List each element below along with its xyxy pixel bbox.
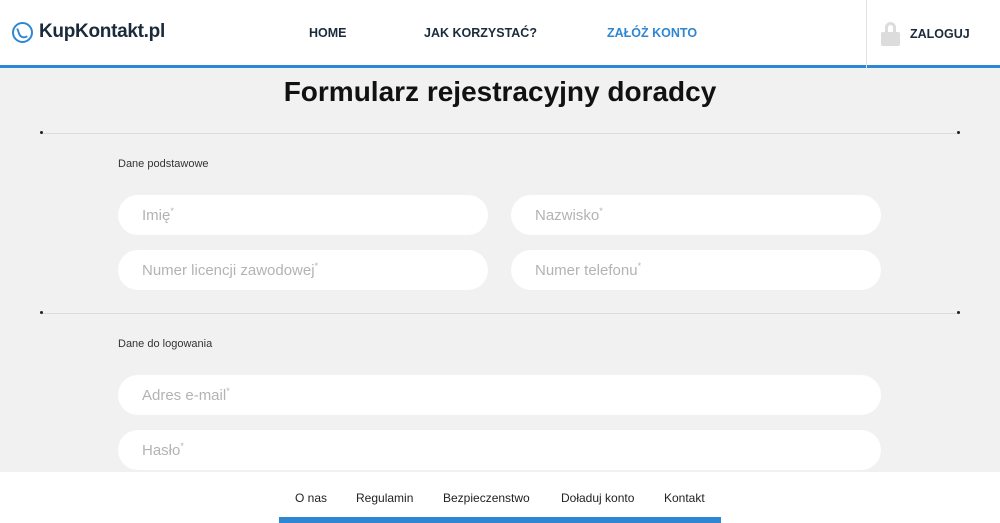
footer-link-about[interactable]: O nas [295,491,327,505]
section-label-basic: Dane podstawowe [118,158,209,170]
nav-how-to-use[interactable]: JAK KORZYSTAĆ? [424,26,537,40]
last-name-input[interactable] [511,195,881,235]
site-header: KupKontakt.pl HOME JAK KORZYSTAĆ? ZAŁÓŻ … [0,0,1000,68]
email-field-wrap: Adres e-mail* [118,375,881,415]
first-name-input[interactable] [118,195,488,235]
login-button[interactable]: ZALOGUJ [866,0,1000,68]
section-divider [42,313,960,314]
password-field-wrap: Hasło* [118,430,881,470]
phone-number-input[interactable] [511,250,881,290]
site-logo[interactable]: KupKontakt.pl [12,21,165,43]
nav-home[interactable]: HOME [309,26,347,40]
logo-text: KupKontakt.pl [39,21,165,42]
divider-dot [40,311,43,314]
phone-circle-icon [12,21,33,43]
page-title: Formularz rejestracyjny doradcy [283,76,717,107]
password-input[interactable] [118,430,881,470]
divider-dot [957,311,960,314]
license-number-field-wrap: Numer licencji zawodowej* [118,250,488,290]
footer-accent-bar [279,517,721,523]
padlock-icon [881,22,900,46]
section-divider [42,133,960,134]
footer-link-security[interactable]: Bezpieczenstwo [443,491,530,505]
email-input[interactable] [118,375,881,415]
divider-dot [957,131,960,134]
phone-number-field-wrap: Numer telefonu* [511,250,881,290]
footer-link-top-up[interactable]: Doładuj konto [561,491,634,505]
nav-create-account[interactable]: ZAŁÓŻ KONTO [607,26,697,40]
site-footer: O nas Regulamin Bezpieczenstwo Doładuj k… [0,472,1000,523]
divider-dot [40,131,43,134]
footer-link-contact[interactable]: Kontakt [664,491,705,505]
first-name-field-wrap: Imię* [118,195,488,235]
last-name-field-wrap: Nazwisko* [511,195,881,235]
login-label: ZALOGUJ [910,27,970,41]
section-label-login: Dane do logowania [118,338,213,350]
footer-link-terms[interactable]: Regulamin [356,491,413,505]
license-number-input[interactable] [118,250,488,290]
